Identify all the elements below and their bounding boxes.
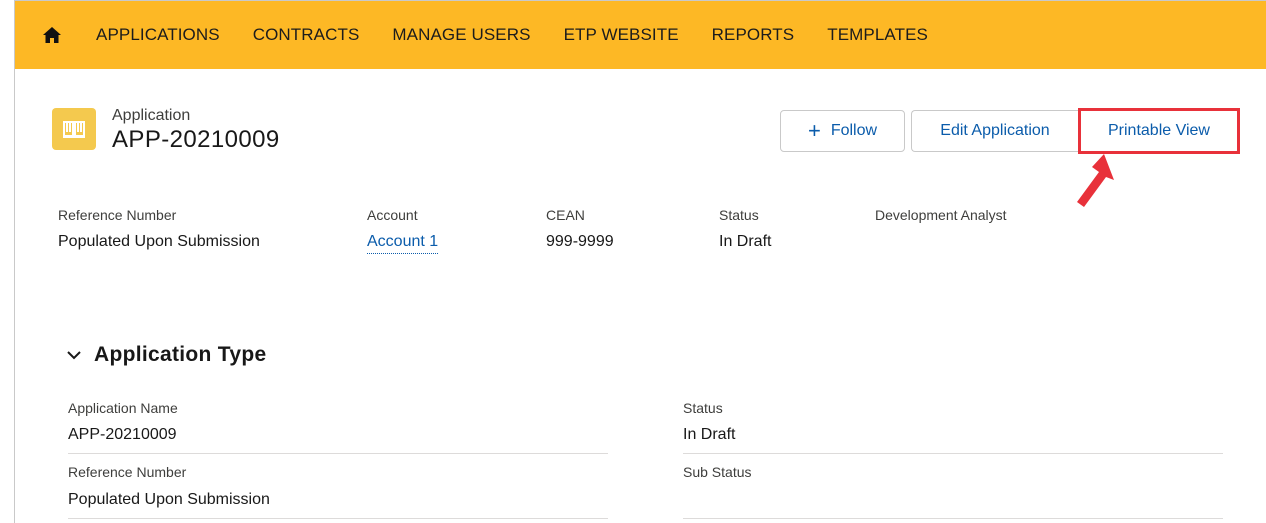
edit-application-label: Edit Application [940,122,1050,139]
application-name-label: Application Name [68,400,178,416]
highlight-reference-number-value: Populated Upon Submission [58,233,260,250]
printable-view-label: Printable View [1108,122,1210,139]
edit-application-button[interactable]: Edit Application [911,110,1078,152]
highlight-status-label: Status [719,207,759,223]
chevron-down-icon [67,351,81,360]
application-name-value: APP-20210009 [68,426,177,443]
left-border [14,0,15,523]
status-value: In Draft [683,426,736,443]
highlight-cean-label: CEAN [546,207,585,223]
home-icon[interactable] [41,25,63,45]
account-link[interactable]: Account 1 [367,233,439,254]
highlight-reference-number-label: Reference Number [58,207,177,223]
highlight-account-label: Account [367,207,418,223]
plus-icon: + [807,118,821,143]
follow-button[interactable]: + Follow [780,110,905,152]
book-icon [52,108,96,150]
page-title: APP-20210009 [112,126,280,153]
printable-view-button[interactable]: Printable View [1078,110,1240,152]
field-divider [683,453,1223,454]
object-type-label: Application [112,107,191,124]
reference-number-label: Reference Number [68,464,187,480]
follow-label: Follow [830,122,878,139]
nav-reports[interactable]: REPORTS [712,25,795,45]
nav-etp-website[interactable]: ETP WEBSITE [564,25,679,45]
highlight-status-value: In Draft [719,233,772,250]
nav-applications[interactable]: APPLICATIONS [96,25,220,45]
nav-manage-users[interactable]: MANAGE USERS [392,25,530,45]
field-divider [68,453,608,454]
sub-status-label: Sub Status [683,464,752,480]
nav-contracts[interactable]: CONTRACTS [253,25,360,45]
section-title: Application Type [94,343,267,366]
status-label: Status [683,400,723,416]
field-divider [68,518,608,519]
reference-number-value: Populated Upon Submission [68,491,270,508]
top-nav-bar: APPLICATIONS CONTRACTS MANAGE USERS ETP … [15,1,1266,69]
highlight-development-analyst-label: Development Analyst [875,207,1007,223]
field-divider [683,518,1223,519]
nav-templates[interactable]: TEMPLATES [827,25,928,45]
section-toggle-application-type[interactable]: Application Type [66,343,266,367]
highlight-cean-value: 999-9999 [546,233,614,250]
callout-arrow-icon [1077,154,1114,207]
